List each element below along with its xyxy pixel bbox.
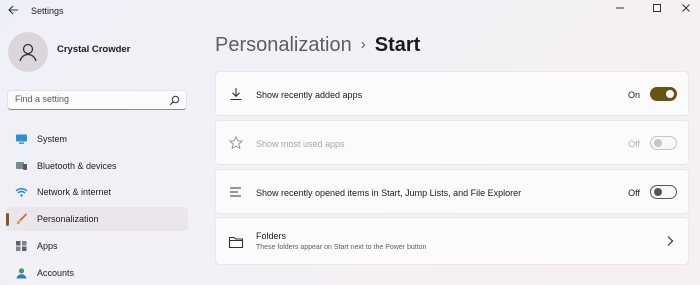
wifi-icon — [15, 188, 28, 197]
toggle-switch[interactable] — [650, 87, 677, 101]
minimize-button[interactable] — [609, 1, 631, 15]
list-icon — [230, 187, 241, 197]
avatar[interactable] — [8, 32, 48, 72]
sidebar-item-bluetooth-devices[interactable]: Bluetooth & devices — [6, 154, 188, 178]
setting-label: Show recently added apps — [256, 90, 363, 100]
active-indicator — [6, 213, 9, 226]
setting-show-most-used-apps: Show most used apps Off — [215, 120, 689, 165]
breadcrumb-separator: › — [360, 36, 366, 53]
sidebar-item-apps[interactable]: Apps — [6, 234, 188, 258]
title-bar: Settings — [0, 0, 700, 22]
toggle-state-text: Off — [628, 188, 640, 198]
bluetooth-icon — [16, 162, 27, 170]
setting-show-recently-opened-items: Show recently opened items in Start, Jum… — [215, 169, 689, 214]
setting-folders[interactable]: Folders These folders appear on Start ne… — [215, 217, 689, 265]
brush-icon — [16, 213, 28, 225]
setting-label: Folders — [256, 231, 287, 241]
search-box[interactable] — [7, 90, 187, 110]
setting-description: These folders appear on Start next to th… — [256, 244, 427, 251]
maximize-icon — [653, 4, 661, 12]
setting-label: Show most used apps — [256, 139, 345, 149]
user-icon — [19, 43, 37, 62]
minimize-icon — [616, 7, 624, 9]
sidebar-item-label: System — [37, 134, 68, 144]
breadcrumb-parent[interactable]: Personalization — [215, 34, 352, 56]
toggle-knob — [654, 188, 662, 196]
app-title: Settings — [31, 6, 64, 16]
sidebar-item-personalization[interactable]: Personalization — [6, 207, 188, 231]
sidebar-item-label: Apps — [37, 241, 58, 251]
close-icon — [682, 4, 690, 12]
toggle-knob — [666, 90, 674, 98]
sidebar-item-accounts[interactable]: Accounts — [6, 261, 188, 285]
search-icon[interactable] — [169, 95, 180, 106]
toggle-switch[interactable] — [650, 136, 677, 150]
apps-icon — [16, 241, 27, 251]
maximize-button[interactable] — [646, 1, 668, 15]
sidebar-item-label: Accounts — [37, 268, 75, 278]
sidebar-item-label: Bluetooth & devices — [37, 161, 117, 171]
sidebar-item-label: Personalization — [37, 214, 99, 224]
back-arrow-icon[interactable] — [6, 3, 20, 17]
chevron-right-icon[interactable] — [666, 235, 674, 247]
system-icon — [16, 134, 27, 144]
toggle-switch[interactable] — [650, 185, 677, 199]
sidebar-item-label: Network & internet — [37, 187, 112, 197]
setting-show-recently-added-apps: Show recently added apps On — [215, 71, 689, 116]
folder-icon — [228, 236, 244, 249]
setting-label: Show recently opened items in Start, Jum… — [256, 188, 522, 198]
sidebar: Crystal Crowder System Bluetooth & devic… — [0, 22, 196, 284]
breadcrumb: Personalization › Start — [215, 34, 420, 57]
page-title: Start — [374, 34, 421, 56]
accounts-icon — [16, 268, 27, 279]
toggle-knob — [654, 139, 662, 147]
search-input[interactable] — [15, 94, 165, 104]
download-icon — [230, 88, 242, 101]
toggle-state-text: On — [627, 90, 640, 100]
close-button[interactable] — [675, 1, 697, 15]
toggle-state-text: Off — [628, 139, 640, 149]
user-name: Crystal Crowder — [57, 44, 131, 55]
star-icon — [228, 135, 244, 150]
sidebar-item-system[interactable]: System — [6, 127, 188, 151]
sidebar-item-network-internet[interactable]: Network & internet — [6, 180, 188, 204]
